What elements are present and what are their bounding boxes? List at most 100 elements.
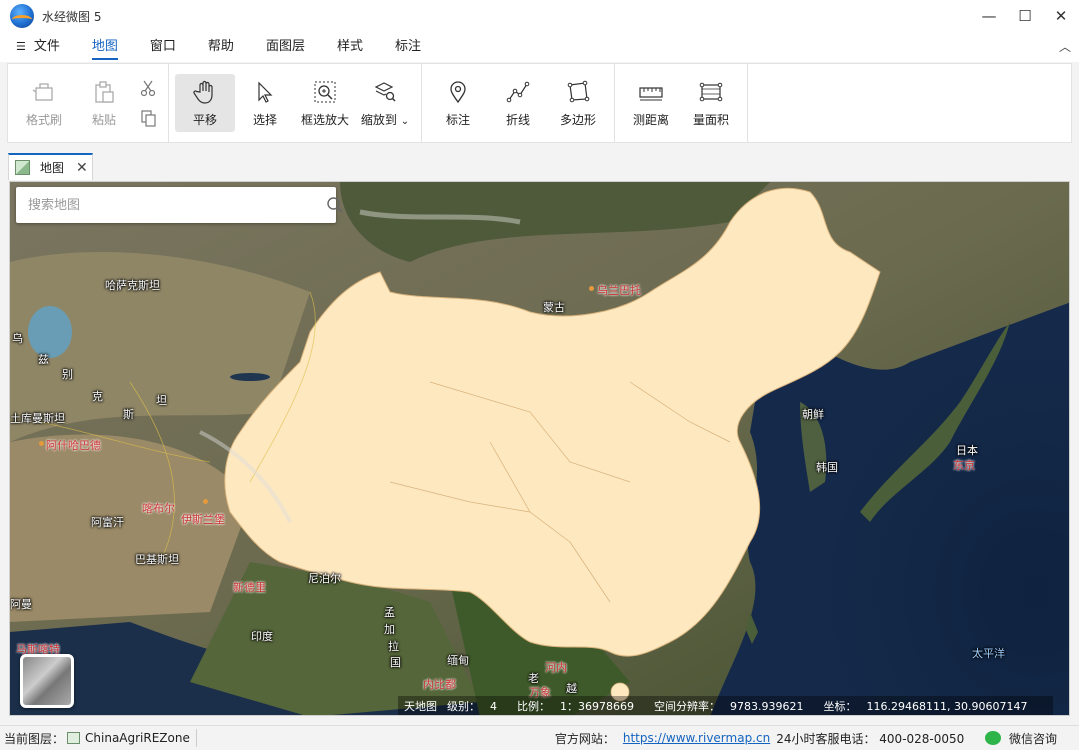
label-bd4: 国 [390,656,401,669]
measure-distance-label: 测距离 [632,112,669,127]
label-japan: 日本 [956,444,978,457]
navigation-group: 平移 选择 框选放大 缩放到 ⌄ [169,64,422,142]
label-naypyidaw: 内比都 [423,678,456,691]
city-dot [589,286,594,291]
mark-label: 标注 [445,112,470,127]
cursor-coordinate: 坐标： 116.29468111, 30.90607147 [823,698,1037,714]
title-bar: 水经微图 5 — ☐ ✕ [0,0,1079,32]
map-search-box [16,187,343,223]
tab-map-label: 地图 [40,161,65,175]
map-tab-icon [15,160,30,175]
measure-area-button[interactable]: 量面积 [681,74,741,132]
menu-window[interactable]: 窗口 [134,32,192,62]
menu-bar: ☰ 文件 地图 窗口 帮助 面图层 样式 标注 ︿ [0,32,1079,62]
clipboard-small-buttons [134,79,162,127]
label-kg3: 坦 [156,394,167,407]
document-tab-strip: 地图 ✕ [0,150,1079,180]
measure-area-icon [698,79,724,105]
close-button[interactable]: ✕ [1043,0,1079,32]
menu-map[interactable]: 地图 [76,32,134,62]
polyline-button[interactable]: 折线 [488,74,548,132]
zoom-level: 级别： 4 [447,698,507,714]
label-ulaanbaatar: 乌兰巴托 [597,284,641,297]
label-ashgabat: 阿什哈巴德 [46,439,101,452]
zoom-to-button[interactable]: 缩放到 ⌄ [355,74,415,132]
map-status-overlay: 天地图 级别： 4 比例： 1：36978669 空间分辨率： 9783.939621… [398,696,1054,715]
hand-icon [192,79,218,105]
label-new-delhi: 新德里 [233,581,266,594]
label-uz1: 乌 [12,332,23,345]
tab-map[interactable]: 地图 ✕ [8,153,93,180]
cut-icon[interactable] [138,79,158,97]
wechat-consult-button[interactable]: 微信咨询 [984,730,1057,747]
measure-distance-button[interactable]: 测距离 [621,74,681,132]
polygon-icon [565,79,591,105]
app-title: 水经微图 5 [42,9,102,24]
wechat-label: 微信咨询 [1008,731,1057,746]
label-oman: 阿曼 [10,598,32,611]
label-uz2: 兹 [38,353,49,366]
minimize-button[interactable]: — [971,0,1007,32]
format-brush-label: 格式刷 [25,112,62,127]
pan-button[interactable]: 平移 [175,74,235,132]
current-layer-name[interactable]: ChinaAgriREZone [85,731,190,745]
label-north-korea: 朝鲜 [802,408,824,421]
city-dot [39,441,44,446]
maximize-button[interactable]: ☐ [1007,0,1043,32]
divider [195,729,197,747]
map-view[interactable]: 哈萨克斯坦 蒙古 乌兰巴托 乌 兹 别 克 斯 坦 土库曼斯坦 阿什哈巴德 喀布… [9,181,1070,716]
zoom-level-value: 4 [490,700,497,713]
copy-icon[interactable] [138,109,158,127]
measure-group: 测距离 量面积 [615,64,748,142]
format-brush-icon [31,79,57,105]
cursor-coordinate-label: 坐标： [823,700,857,713]
mark-button[interactable]: 标注 [428,74,488,132]
menu-help[interactable]: 帮助 [192,32,250,62]
hamburger-icon: ☰ [16,40,26,53]
label-afghanistan: 阿富汗 [91,516,124,529]
drawing-group: 标注 折线 多边形 [422,64,615,142]
city-dot [203,499,208,504]
pan-label: 平移 [192,112,217,127]
cursor-arrow-icon [252,79,278,105]
label-nepal: 尼泊尔 [308,572,341,585]
label-bd1: 孟 [384,606,395,619]
polygon-button[interactable]: 多边形 [548,74,608,132]
label-bd3: 拉 [388,640,399,653]
label-kg2: 斯 [123,408,134,421]
close-icon[interactable]: ✕ [76,160,88,176]
paste-icon [91,79,117,105]
zoom-to-label: 缩放到 ⌄ [361,111,409,128]
menu-annotation[interactable]: 标注 [379,32,437,62]
app-logo-icon [10,4,34,28]
map-scale: 比例： 1：36978669 [517,698,644,714]
basemap-name: 天地图 [404,700,437,713]
basemap-switcher[interactable] [20,654,74,708]
status-bar: 当前图层： ChinaAgriREZone 官方网站： https://www.… [0,725,1079,750]
format-brush-button[interactable]: 格式刷 [14,74,74,132]
map-scale-label: 比例： [517,700,550,713]
menu-file-label: 文件 [33,39,60,54]
label-myanmar: 缅甸 [447,654,469,667]
spatial-resolution-value: 9783.939621 [730,700,804,713]
zoom-to-text: 缩放到 [360,112,397,127]
paste-button[interactable]: 粘贴 [74,74,134,132]
cursor-coordinate-value: 116.29468111, 30.90607147 [866,700,1028,713]
spatial-resolution: 空间分辨率： 9783.939621 [654,698,813,714]
menu-style[interactable]: 样式 [321,32,379,62]
website-link[interactable]: https://www.rivermap.cn [623,731,770,745]
ribbon-toolbar: 格式刷 粘贴 平移 选择 框选放大 缩放到 ⌄ 标注 折线 多边形 测距离 量面… [7,63,1072,143]
select-button[interactable]: 选择 [235,74,295,132]
box-zoom-button[interactable]: 框选放大 [295,74,355,132]
measure-area-label: 量面积 [692,112,729,127]
label-turkmenistan: 土库曼斯坦 [10,412,65,425]
map-scale-value: 1：36978669 [560,700,634,713]
label-tokyo: 东京 [953,459,975,472]
menu-polygon-layer[interactable]: 面图层 [250,32,321,62]
menu-file[interactable]: ☰ 文件 [0,32,76,62]
box-zoom-icon [312,79,338,105]
label-viet: 越 [566,682,577,695]
search-input[interactable] [28,197,298,213]
label-south-korea: 韩国 [816,461,838,474]
collapse-ribbon-button[interactable]: ︿ [1059,38,1071,55]
